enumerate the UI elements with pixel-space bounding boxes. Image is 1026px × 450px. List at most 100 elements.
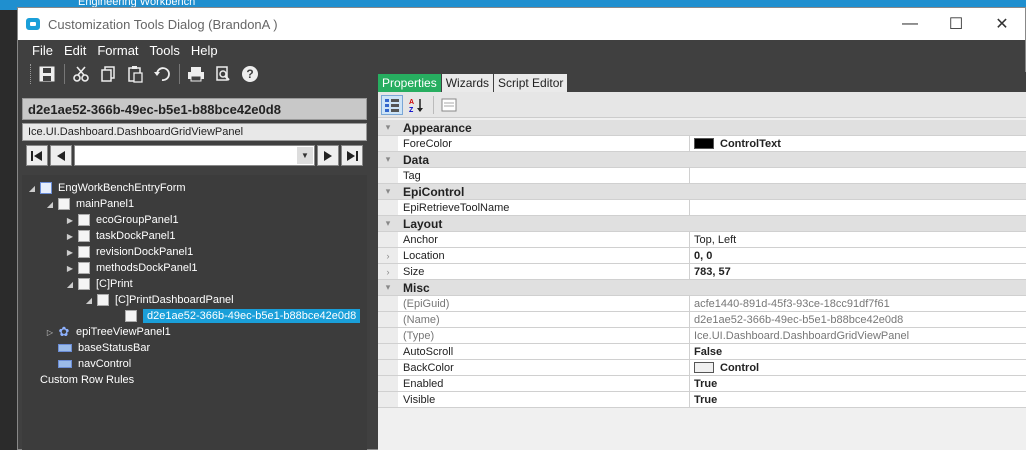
property-row[interactable]: Tag — [378, 168, 1026, 184]
tree-item-selected[interactable]: d2e1ae52-366b-49ec-b5e1-b88bce42e0d8 — [123, 308, 361, 324]
control-selector-combo[interactable]: ▼ — [74, 145, 315, 166]
expand-icon[interactable]: ▶ — [64, 264, 76, 273]
property-value[interactable]: 0, 0 — [690, 248, 1026, 263]
menu-tools[interactable]: Tools — [150, 43, 180, 58]
property-row[interactable]: Enabled True — [378, 376, 1026, 392]
tree-item[interactable]: ▶ taskDockPanel1 — [64, 228, 176, 244]
property-value[interactable]: Control — [690, 360, 1026, 375]
expand-icon[interactable]: ▷ — [44, 328, 56, 337]
collapse-icon[interactable]: ◢ — [83, 296, 95, 305]
property-name: Size — [398, 264, 690, 279]
menu-format[interactable]: Format — [97, 43, 138, 58]
menu-bar: File Edit Format Tools Help — [18, 40, 1025, 60]
property-row[interactable]: (Name) d2e1ae52-366b-49ec-b5e1-b88bce42e… — [378, 312, 1026, 328]
property-value[interactable]: d2e1ae52-366b-49ec-b5e1-b88bce42e0d8 — [690, 312, 1026, 327]
property-name: Anchor — [398, 232, 690, 247]
property-row[interactable]: ForeColor ControlText — [378, 136, 1026, 152]
copy-icon[interactable] — [98, 64, 118, 84]
undo-icon[interactable] — [152, 64, 172, 84]
properties-panel: Properties Wizards Script Editor AZ ▾ Ap… — [378, 72, 1026, 450]
menu-edit[interactable]: Edit — [64, 43, 86, 58]
collapse-icon[interactable]: ◢ — [64, 280, 76, 289]
property-row[interactable]: Anchor Top, Left — [378, 232, 1026, 248]
tab-script-editor[interactable]: Script Editor — [494, 74, 568, 92]
tree-item[interactable]: navControl — [44, 356, 131, 372]
collapse-icon[interactable]: ◢ — [26, 184, 38, 193]
category-row[interactable]: ▾ EpiControl — [378, 184, 1026, 200]
category-row[interactable]: ▾ Data — [378, 152, 1026, 168]
toolbar-grip[interactable] — [30, 64, 33, 84]
alphabetical-sort-icon[interactable]: AZ — [405, 95, 427, 115]
category-row[interactable]: ▾ Misc — [378, 280, 1026, 296]
close-button[interactable]: ✕ — [979, 8, 1025, 40]
category-row[interactable]: ▾ Appearance — [378, 120, 1026, 136]
first-control-button[interactable] — [26, 145, 48, 166]
property-row[interactable]: (Type) Ice.UI.Dashboard.DashboardGridVie… — [378, 328, 1026, 344]
help-icon[interactable]: ? — [240, 64, 260, 84]
categorized-view-icon[interactable] — [381, 94, 403, 115]
property-row[interactable]: › Size 783, 57 — [378, 264, 1026, 280]
gear-icon: ✿ — [58, 324, 70, 339]
property-value[interactable]: Ice.UI.Dashboard.DashboardGridViewPanel — [690, 328, 1026, 343]
cut-icon[interactable] — [71, 64, 91, 84]
property-value[interactable]: True — [690, 392, 1026, 407]
maximize-button[interactable]: ☐ — [933, 8, 979, 40]
tree-item[interactable]: ▶ revisionDockPanel1 — [64, 244, 193, 260]
property-row[interactable]: Visible True — [378, 392, 1026, 408]
property-value[interactable]: Top, Left — [690, 232, 1026, 247]
tree-item[interactable]: ▷ ✿ epiTreeViewPanel1 — [44, 324, 171, 340]
collapse-icon[interactable]: ▾ — [378, 216, 398, 231]
expand-icon[interactable]: › — [378, 264, 398, 279]
tree-item[interactable]: ◢ mainPanel1 — [44, 196, 134, 212]
expand-icon[interactable]: ▶ — [64, 232, 76, 241]
property-value[interactable] — [690, 200, 1026, 215]
tab-properties[interactable]: Properties — [378, 74, 441, 92]
category-row[interactable]: ▾ Layout — [378, 216, 1026, 232]
menu-file[interactable]: File — [32, 43, 53, 58]
print-icon[interactable] — [186, 64, 206, 84]
property-value[interactable]: 783, 57 — [690, 264, 1026, 279]
property-value[interactable]: ControlText — [690, 136, 1026, 151]
property-value[interactable] — [690, 168, 1026, 183]
title-bar[interactable]: Customization Tools Dialog (BrandonA ) —… — [18, 8, 1025, 40]
control-navigator-panel: d2e1ae52-366b-49ec-b5e1-b88bce42e0d8 Ice… — [18, 90, 370, 450]
collapse-icon[interactable]: ▾ — [378, 152, 398, 167]
tab-wizards[interactable]: Wizards — [441, 74, 494, 92]
tree-item[interactable]: ▶ ecoGroupPanel1 — [64, 212, 179, 228]
row-gutter — [378, 232, 398, 247]
paste-icon[interactable] — [125, 64, 145, 84]
tree-item[interactable]: baseStatusBar — [44, 340, 150, 356]
collapse-icon[interactable]: ▾ — [378, 280, 398, 295]
property-row[interactable]: (EpiGuid) acfe1440-891d-45f3-93ce-18cc91… — [378, 296, 1026, 312]
collapse-icon[interactable]: ▾ — [378, 184, 398, 199]
tree-item[interactable]: ▶ methodsDockPanel1 — [64, 260, 198, 276]
property-row[interactable]: AutoScroll False — [378, 344, 1026, 360]
tree-item-label: navControl — [78, 358, 132, 370]
property-row[interactable]: EpiRetrieveToolName — [378, 200, 1026, 216]
next-control-button[interactable] — [317, 145, 339, 166]
control-tree: ◢ EngWorkBenchEntryForm ◢ mainPanel1 ▶ e… — [22, 175, 367, 450]
collapse-icon[interactable]: ◢ — [44, 200, 56, 209]
property-value[interactable]: True — [690, 376, 1026, 391]
tree-item[interactable]: Custom Row Rules — [40, 372, 134, 388]
print-preview-icon[interactable] — [213, 64, 233, 84]
panel-icon — [78, 246, 90, 258]
menu-help[interactable]: Help — [191, 43, 218, 58]
property-value[interactable]: False — [690, 344, 1026, 359]
tree-item[interactable]: ◢ [C]PrintDashboardPanel — [83, 292, 234, 308]
previous-control-button[interactable] — [50, 145, 72, 166]
property-value[interactable]: acfe1440-891d-45f3-93ce-18cc91df7f61 — [690, 296, 1026, 311]
expand-icon[interactable]: ▶ — [64, 216, 76, 225]
expand-icon[interactable]: › — [378, 248, 398, 263]
minimize-button[interactable]: — — [887, 8, 933, 40]
collapse-icon[interactable]: ▾ — [378, 120, 398, 135]
chevron-down-icon[interactable]: ▼ — [297, 147, 313, 164]
property-row[interactable]: BackColor Control — [378, 360, 1026, 376]
tree-item[interactable]: ◢ [C]Print — [64, 276, 133, 292]
property-pages-icon[interactable] — [438, 95, 460, 115]
expand-icon[interactable]: ▶ — [64, 248, 76, 257]
tree-item[interactable]: ◢ EngWorkBenchEntryForm — [26, 180, 186, 196]
property-row[interactable]: › Location 0, 0 — [378, 248, 1026, 264]
last-control-button[interactable] — [341, 145, 363, 166]
save-icon[interactable] — [37, 64, 57, 84]
